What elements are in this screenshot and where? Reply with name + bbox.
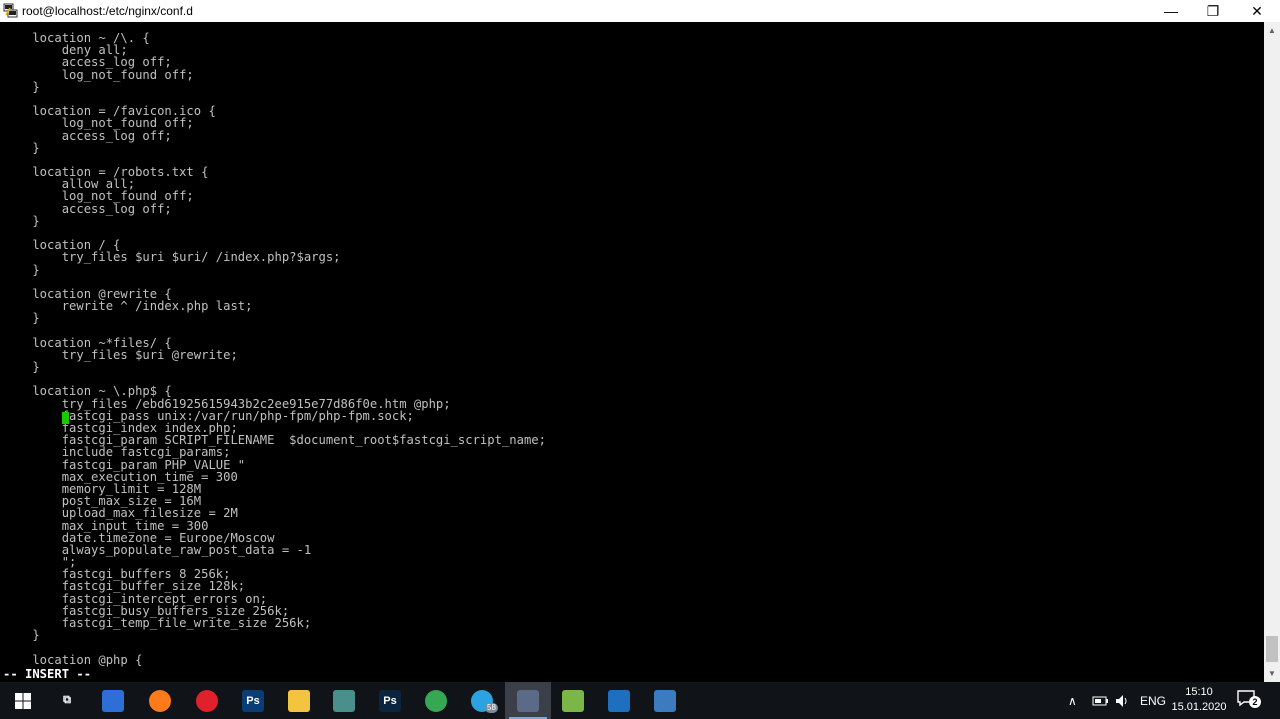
photoshop-icon: Ps: [242, 689, 264, 712]
start-button[interactable]: [0, 682, 46, 719]
photoshop-alt-icon: Ps: [379, 689, 401, 712]
firefox-icon: [149, 689, 171, 712]
terminal-line: log_not_found off;: [3, 189, 194, 204]
notepad-plus-icon: [562, 689, 584, 712]
taskbar-app-firefox[interactable]: [137, 682, 183, 719]
terminal-area[interactable]: location ~ /\. { deny all; access_log of…: [0, 22, 1264, 682]
terminal-line: }: [3, 628, 40, 643]
terminal-text: location ~ /\. { deny all; access_log of…: [3, 32, 546, 666]
taskbar-app-photoshop[interactable]: Ps: [230, 682, 276, 719]
virtualbox-icon: [608, 689, 630, 712]
language-indicator[interactable]: ENG: [1140, 682, 1166, 719]
taskbar-app-floppy-save[interactable]: [90, 682, 136, 719]
clock-time: 15:10: [1185, 686, 1213, 698]
taskbar-app-notepad-plus[interactable]: [550, 682, 596, 719]
scroll-thumb[interactable]: [1266, 636, 1278, 662]
task-view-icon: ⧉: [63, 694, 71, 706]
taskbar-app-telegram[interactable]: 58: [459, 682, 505, 719]
opera-icon: [196, 689, 218, 712]
terminal-line: log_not_found off;: [3, 116, 194, 131]
taskbar-app-virtualbox[interactable]: [596, 682, 642, 719]
terminal-line: }: [3, 262, 40, 277]
putty-icon: [517, 689, 539, 712]
terminal-line: rewrite ^ /index.php last;: [3, 299, 253, 314]
taskbar-app-file-explorer[interactable]: [276, 682, 322, 719]
minimize-button[interactable]: —: [1148, 0, 1194, 22]
taskbar-app-putty[interactable]: [505, 682, 551, 719]
taskbar-app-task-view[interactable]: ⧉: [44, 682, 90, 719]
windows-logo-icon: [15, 692, 31, 709]
terminal-line: }: [3, 360, 40, 375]
floppy-save-icon: [102, 689, 124, 712]
close-button[interactable]: ✕: [1234, 0, 1280, 22]
terminal-line: fastcgi_buffer_size 128k;: [3, 579, 246, 594]
terminal-line: max_input_time = 300: [3, 518, 209, 533]
feather-app-icon: [333, 689, 355, 712]
terminal-line: fastcgi_temp_file_write_size 256k;: [3, 616, 312, 630]
taskbar-app-chrome[interactable]: [413, 682, 459, 719]
terminal-line: }: [3, 311, 40, 326]
terminal-line: }: [3, 140, 40, 155]
network-tool-icon: [654, 689, 676, 712]
terminal-line: try_files /ebd61925615943b2c2ee915e77d86…: [3, 396, 451, 411]
terminal-line: location ~ \.php$ {: [3, 384, 172, 399]
taskbar-app-photoshop-alt[interactable]: Ps: [367, 682, 413, 719]
window-title-bar: root@localhost:/etc/nginx/conf.d — ❐ ✕: [0, 0, 1280, 22]
terminal-line: access_log off;: [3, 201, 172, 216]
terminal-line: access_log off;: [3, 55, 172, 70]
taskbar-app-feather-app[interactable]: [321, 682, 367, 719]
taskbar: ⧉ Ps Ps 58 ∧ ENG 15:10 15.01.2020 2: [0, 682, 1280, 719]
terminal-line: always_populate_raw_post_data = -1: [3, 542, 312, 557]
terminal-line: location @php {: [3, 652, 143, 667]
terminal-line: try_files $uri @rewrite;: [3, 347, 238, 362]
notification-center-button[interactable]: 2: [1236, 689, 1261, 711]
terminal-line: try_files $uri $uri/ /index.php?$args;: [3, 250, 341, 265]
terminal-line: upload_max_filesize = 2M: [3, 506, 238, 521]
terminal-line: fastcgi_intercept_errors on;: [3, 591, 268, 606]
terminal-line: include fastcgi_params;: [3, 445, 231, 460]
terminal-line: }: [3, 79, 40, 94]
chrome-icon: [425, 689, 447, 712]
taskbar-app-opera[interactable]: [184, 682, 230, 719]
scroll-down-arrow-icon[interactable]: ▼: [1264, 665, 1280, 682]
terminal-line: fastcgi_param PHP_VALUE ": [3, 457, 246, 472]
restore-button[interactable]: ❐: [1190, 0, 1236, 22]
volume-icon[interactable]: [1115, 682, 1131, 719]
terminal-line: log_not_found off;: [3, 67, 194, 82]
terminal-line: access_log off;: [3, 128, 172, 143]
vertical-scrollbar[interactable]: ▲ ▼: [1264, 22, 1280, 682]
text-cursor: [62, 412, 69, 424]
battery-icon[interactable]: [1092, 682, 1110, 719]
scroll-up-arrow-icon[interactable]: ▲: [1264, 22, 1280, 39]
file-explorer-icon: [288, 689, 310, 712]
window-title: root@localhost:/etc/nginx/conf.d: [22, 4, 193, 18]
putty-app-icon[interactable]: [3, 3, 18, 18]
tray-chevron-icon[interactable]: ∧: [1068, 682, 1077, 719]
terminal-line: }: [3, 213, 40, 228]
taskbar-app-network-tool[interactable]: [642, 682, 688, 719]
vim-mode-indicator: -- INSERT --: [3, 667, 92, 681]
telegram-unread-badge: 58: [485, 703, 498, 713]
notification-count: 2: [1249, 696, 1261, 708]
system-clock[interactable]: 15:10 15.01.2020: [1170, 685, 1228, 715]
clock-date: 15.01.2020: [1171, 701, 1227, 713]
